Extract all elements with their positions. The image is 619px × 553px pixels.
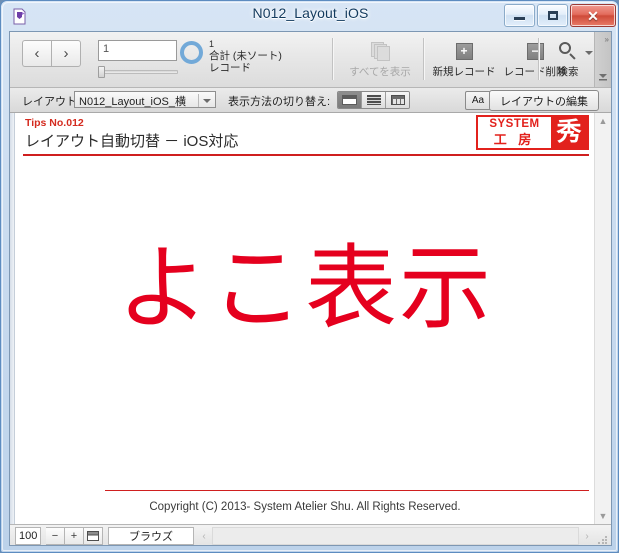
zoom-out-button[interactable]: − (46, 527, 65, 545)
new-record-icon: + (455, 38, 473, 64)
minus-icon: − (526, 42, 544, 60)
plus-icon: + (455, 42, 473, 60)
orientation-display-text: よこ表示 (116, 235, 493, 342)
scroll-left-chevron-left-icon[interactable]: ‹ (196, 527, 212, 545)
toolbar-expand-icon[interactable]: » (605, 35, 610, 44)
layout-select-value: N012_Layout_iOS_横 (79, 95, 187, 108)
application-window: N012_Layout_iOS ✕ ‹ › 1 1 合計 (未ソート) レコード… (0, 0, 619, 553)
find-label: 検索 (557, 66, 579, 78)
found-set-pie-icon (180, 41, 203, 64)
maximize-button[interactable] (537, 4, 568, 27)
record-slider-thumb[interactable] (98, 66, 105, 78)
show-all-records-label: すべてを表示 (349, 66, 411, 78)
window-resize-grip[interactable] (597, 534, 609, 545)
layout-bar: レイアウト: N012_Layout_iOS_横 表示方法の切り替え: Aa レ… (10, 88, 611, 113)
search-icon (558, 38, 578, 64)
record-number-input[interactable]: 1 (98, 40, 177, 61)
list-view-button[interactable] (362, 92, 386, 108)
close-icon: ✕ (587, 7, 599, 24)
logo-system-text: SYSTEM (489, 118, 540, 131)
toolbar-separator-2 (423, 38, 424, 80)
footer-divider (105, 490, 589, 491)
toolbar-separator-3 (538, 38, 539, 80)
record-unit-label: レコード (209, 62, 251, 74)
tips-number-label: Tips No.012 (25, 117, 84, 129)
layout-label: レイアウト: (22, 96, 81, 108)
record-count-info: 1 合計 (未ソート) レコード (209, 38, 282, 74)
zoom-in-button[interactable]: + (65, 527, 84, 545)
toolbar-overflow-column[interactable]: » (594, 32, 611, 87)
next-record-button[interactable]: › (51, 40, 81, 67)
delete-record-icon: − (526, 38, 544, 64)
form-view-button[interactable] (338, 92, 362, 108)
status-bar: 100 − + ブラウズ ‹ › (10, 524, 611, 545)
show-all-records-button[interactable]: すべてを表示 (341, 38, 419, 82)
new-record-button[interactable]: + 新規レコード (428, 38, 500, 82)
scroll-down-chevron-down-icon[interactable]: ▼ (595, 508, 611, 524)
close-button[interactable]: ✕ (570, 4, 616, 27)
horizontal-scrollbar[interactable] (212, 527, 579, 545)
new-record-label: 新規レコード (432, 66, 496, 78)
show-all-icon (371, 38, 390, 64)
record-total-label: 合計 (未ソート) (209, 50, 282, 62)
record-title: レイアウト自動切替 － iOS対応 (25, 133, 239, 150)
mode-indicator[interactable]: ブラウズ (108, 527, 194, 545)
window-caption-buttons: ✕ (504, 4, 616, 27)
chevron-down-icon[interactable] (198, 94, 215, 107)
toolbar-separator-1 (332, 38, 333, 80)
status-toolbar: ‹ › 1 1 合計 (未ソート) レコード すべてを表示 + 新規レコード −… (10, 32, 611, 88)
maximize-icon (547, 11, 558, 20)
table-view-icon (390, 95, 405, 105)
copyright-text: Copyright (C) 2013- System Atelier Shu. … (149, 501, 461, 513)
toggle-status-area-button[interactable] (84, 527, 103, 545)
logo-text-block: SYSTEM 工 房 (478, 117, 551, 148)
document-client-area: ‹ › 1 1 合計 (未ソート) レコード すべてを表示 + 新規レコード −… (9, 31, 612, 546)
list-view-icon (366, 95, 381, 105)
edit-layout-button[interactable]: レイアウトの編集 (489, 90, 599, 111)
record-slider[interactable] (98, 66, 178, 78)
title-bar[interactable]: N012_Layout_iOS ✕ (1, 1, 619, 31)
text-formatting-button[interactable]: Aa (465, 91, 491, 110)
text-format-icon: Aa (471, 95, 485, 106)
record-body: Tips No.012 レイアウト自動切替 － iOS対応 SYSTEM 工 房… (15, 113, 595, 524)
scroll-right-chevron-right-icon[interactable]: › (579, 527, 595, 545)
view-mode-toggle-group (337, 91, 410, 109)
table-view-button[interactable] (386, 92, 409, 108)
header-divider (23, 154, 589, 156)
layout-select[interactable]: N012_Layout_iOS_横 (74, 91, 216, 108)
record-slider-track (98, 70, 178, 74)
logo-shu-badge: 秀 (551, 117, 587, 148)
previous-record-button[interactable]: ‹ (22, 40, 51, 67)
minimize-button[interactable] (504, 4, 535, 27)
form-view-icon (342, 95, 357, 105)
find-button[interactable]: 検索 (546, 38, 590, 82)
view-mode-label: 表示方法の切り替え: (228, 96, 331, 108)
system-atelier-shu-logo: SYSTEM 工 房 秀 (476, 115, 589, 150)
record-navigation-arrows: ‹ › (22, 40, 81, 67)
scroll-up-chevron-up-icon[interactable]: ▲ (595, 113, 611, 129)
vertical-scrollbar[interactable]: ▲ ▼ (594, 113, 611, 524)
minimize-icon (514, 17, 525, 20)
layout-content-area: Tips No.012 レイアウト自動切替 － iOS対応 SYSTEM 工 房… (10, 113, 611, 524)
toolbar-collapse-icon[interactable] (598, 72, 608, 84)
zoom-level-value[interactable]: 100 (15, 527, 42, 545)
logo-kobo-text: 工 房 (493, 131, 536, 147)
record-count-value: 1 (209, 39, 215, 49)
find-dropdown-chevron-down-icon[interactable] (585, 51, 593, 55)
